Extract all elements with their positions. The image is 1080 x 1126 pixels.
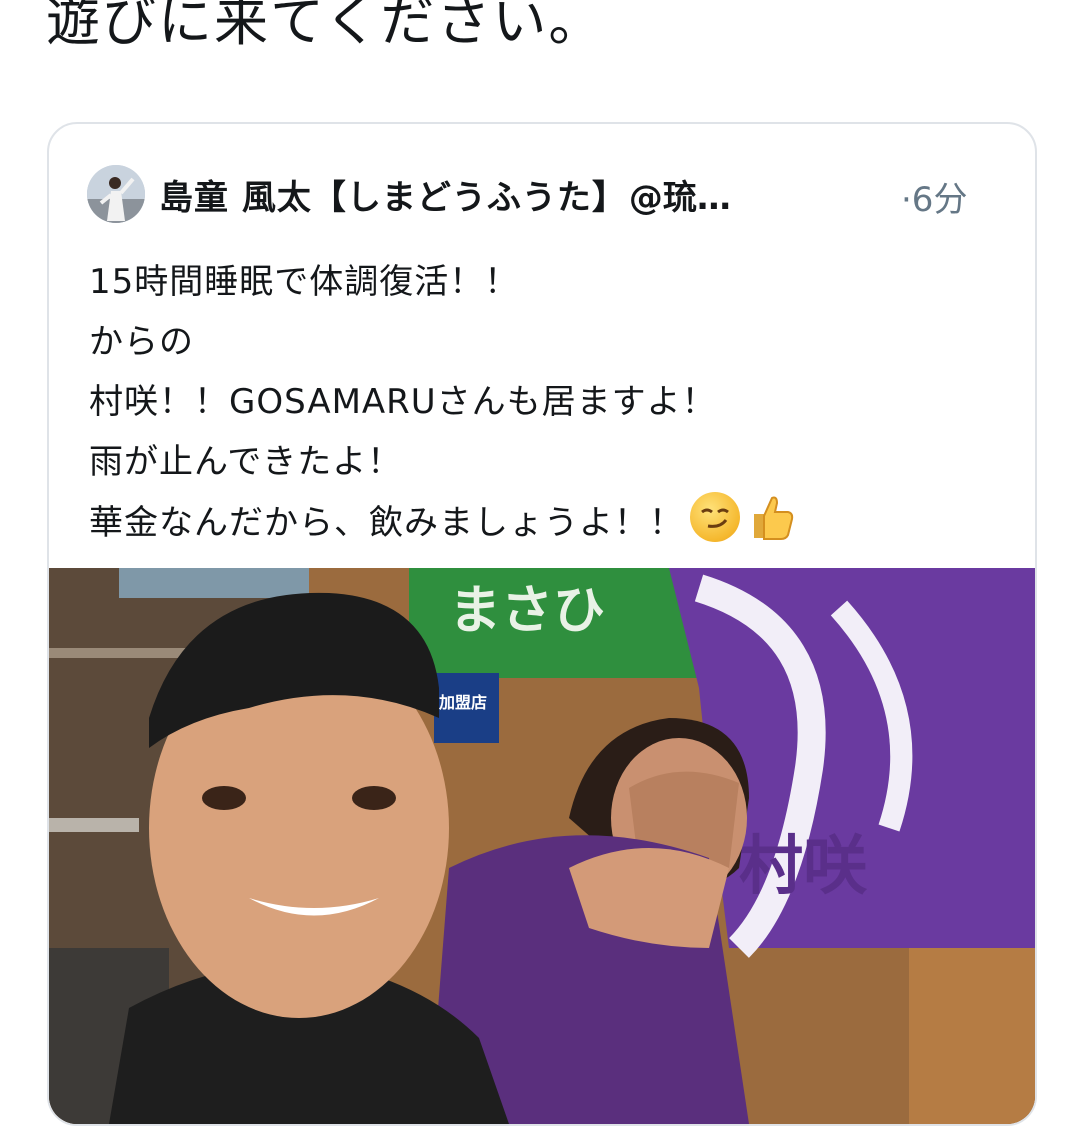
photo-scene: まさひ 加盟店 村咲 (49, 568, 1035, 1124)
quoted-tweet-body: 15時間睡眠で体調復活！！ からの 村咲！！GOSAMARUさんも居ますよ！ 雨… (89, 252, 1009, 553)
tweet-line: からの (89, 322, 194, 362)
avatar-image (87, 165, 145, 223)
quoted-tweet-header: 島童 風太【しまどうふうた】 @琉… (87, 164, 731, 224)
tweet-line: 華金なんだから、飲みましょうよ！！ (89, 503, 684, 543)
tweet-line: 雨が止んできたよ！ (89, 442, 403, 482)
tweet-text-tail: 遊びに来てください。 (46, 0, 605, 53)
smirk-emoji-icon (690, 492, 740, 542)
tweet-timestamp[interactable]: ·6分 (901, 172, 967, 221)
sign-text: 加盟店 (438, 693, 487, 712)
tweet-line-with-emoji: 華金なんだから、飲みましょうよ！！ (89, 492, 1009, 553)
author-handle[interactable]: @琉… (629, 170, 731, 219)
avatar[interactable] (87, 165, 145, 223)
tweet-photo[interactable]: まさひ 加盟店 村咲 (49, 568, 1035, 1124)
quoted-tweet-card[interactable]: 島童 風太【しまどうふうた】 @琉… ·6分 15時間睡眠で体調復活！！ からの… (47, 122, 1037, 1126)
banner-purple-text: 村咲 (739, 830, 868, 904)
thumbs-up-emoji-icon (754, 496, 794, 540)
tweet-line: 村咲！！GOSAMARUさんも居ますよ！ (89, 382, 717, 422)
tweet-line: 15時間睡眠で体調復活！！ (89, 262, 520, 302)
banner-green-text: まさひ (449, 581, 605, 641)
author-display-name[interactable]: 島童 風太【しまどうふうた】 (159, 170, 627, 219)
